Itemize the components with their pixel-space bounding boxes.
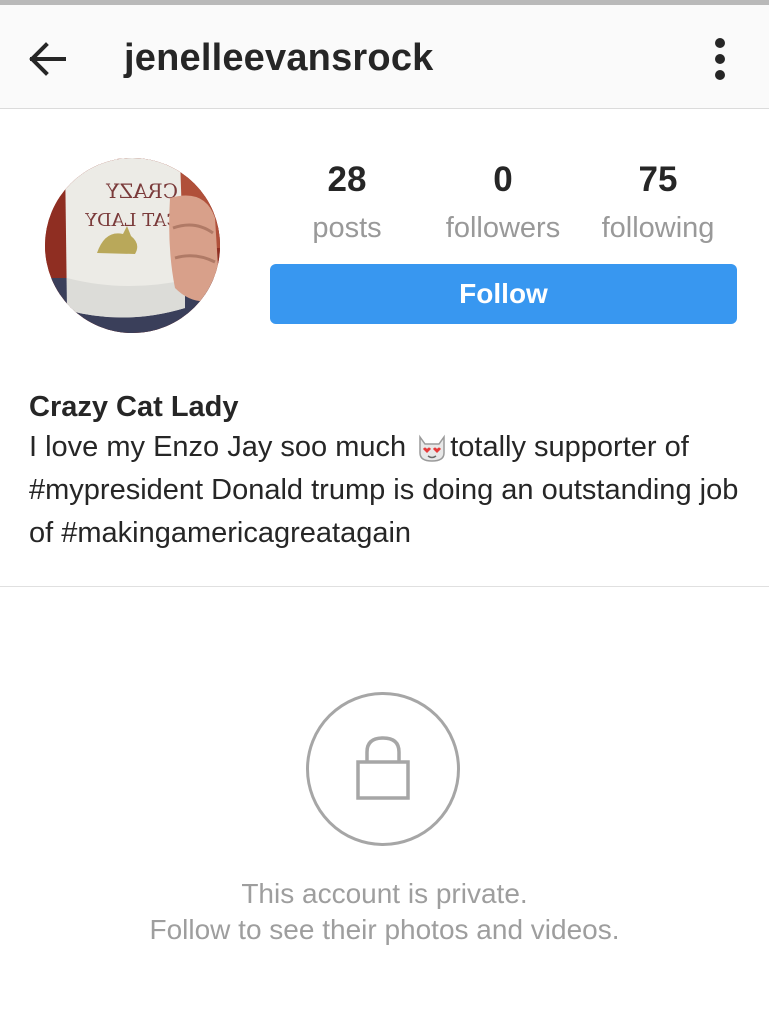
arrow-left-icon [29,42,66,76]
posts-count: 28 posts [272,160,422,246]
followers-count[interactable]: 0 followers [428,160,578,246]
profile-username: jenelleevansrock [124,37,434,79]
section-divider [0,586,769,587]
profile-bio: I love my Enzo Jay soo much totally supp… [29,426,749,555]
avatar-mug-text-2: CAT LADY [84,210,180,231]
follow-button[interactable]: Follow [270,264,737,324]
options-menu-button[interactable] [700,33,740,85]
bio-text-part1: I love my Enzo Jay soo much [29,431,415,463]
posts-label: posts [312,212,382,244]
followers-label: followers [445,212,561,244]
followers-value: 0 [493,160,513,199]
heart-eyes-cat-icon [416,431,448,463]
avatar-mug-text-1: CRAZY [105,179,178,203]
following-label: following [601,212,715,244]
posts-value: 28 [327,160,367,199]
private-lock-badge [306,692,460,846]
app-header: jenelleevansrock [0,5,769,109]
back-button[interactable] [22,35,70,83]
private-account-title: This account is private. [241,878,528,909]
following-value: 75 [638,160,678,199]
private-account-subtitle: Follow to see their photos and videos. [149,914,620,945]
profile-display-name: Crazy Cat Lady [29,391,239,423]
profile-avatar[interactable]: CRAZY CAT LADY [45,158,220,333]
more-vertical-icon [715,38,725,80]
following-count[interactable]: 75 following [583,160,733,246]
lock-icon [356,736,410,800]
